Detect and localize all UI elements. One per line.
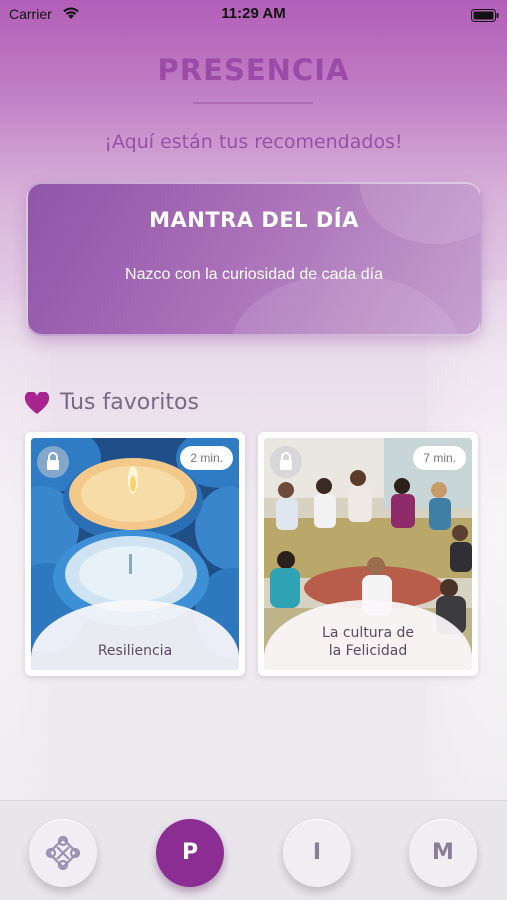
mantra-title: MANTRA DEL DÍA [149, 208, 359, 232]
heart-icon [24, 391, 50, 420]
status-bar: Carrier 11:29 AM [0, 0, 507, 28]
tab-bar: P I M [0, 800, 507, 900]
knot-icon [43, 833, 83, 900]
tab-m[interactable]: M [409, 819, 477, 887]
page-title: PRESENCIA [157, 53, 350, 87]
card-thumbnail: 2 min. Resiliencia [31, 438, 239, 670]
card-label: Resiliencia [97, 643, 173, 659]
tab-home[interactable] [29, 819, 97, 887]
lock-icon [37, 446, 69, 478]
battery-icon [471, 7, 499, 26]
favorite-card-cultura-felicidad[interactable]: 7 min. La cultura de la Felicidad [258, 432, 478, 676]
title-divider [193, 102, 313, 104]
duration-badge: 2 min. [180, 446, 233, 470]
card-thumbnail: 7 min. La cultura de la Felicidad [264, 438, 472, 670]
duration-badge: 7 min. [413, 446, 466, 470]
favorites-title: Tus favoritos [60, 390, 199, 415]
tab-p[interactable]: P [156, 819, 224, 887]
tab-i[interactable]: I [283, 819, 351, 887]
page-subtitle: ¡Aquí están tus recomendados! [104, 131, 403, 153]
screen: Carrier 11:29 AM PRESENCIA ¡Aquí están t… [0, 0, 507, 900]
mantra-card[interactable]: MANTRA DEL DÍA Nazco con la curiosidad d… [26, 182, 482, 336]
favorite-card-resiliencia[interactable]: 2 min. Resiliencia [25, 432, 245, 676]
mantra-text: Nazco con la curiosidad de cada día [125, 266, 383, 283]
clock: 11:29 AM [221, 5, 286, 22]
card-label: La cultura de la Felicidad [322, 625, 414, 659]
lock-icon [270, 446, 302, 478]
